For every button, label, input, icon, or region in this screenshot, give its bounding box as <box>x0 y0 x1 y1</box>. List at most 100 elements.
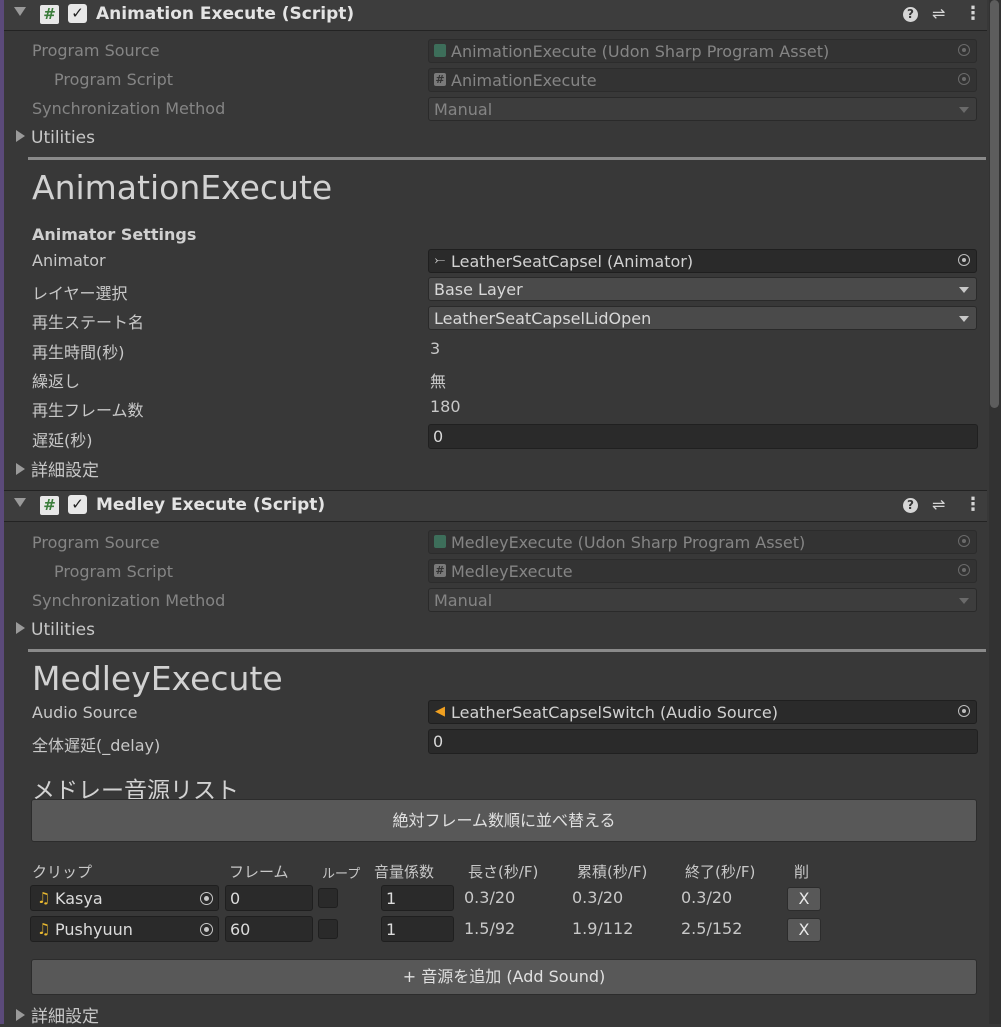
col-header-clip: クリップ <box>32 863 93 881</box>
sync-method-dropdown[interactable]: Manual <box>428 97 977 121</box>
layer-value: Base Layer <box>434 280 523 299</box>
loop-value: 無 <box>430 372 447 391</box>
object-picker-icon[interactable] <box>958 564 970 576</box>
utilities-foldout[interactable]: Utilities <box>16 620 95 640</box>
col-header-delete: 削 <box>794 863 810 881</box>
object-picker-icon[interactable] <box>958 44 970 56</box>
state-value: LeatherSeatCapselLidOpen <box>434 309 652 328</box>
animator-field[interactable]: ⤚ LeatherSeatCapsel (Animator) <box>428 249 977 273</box>
program-script-value: MedleyExecute <box>451 562 573 581</box>
sort-button[interactable]: 絶対フレーム数順に並べ替える <box>31 799 977 842</box>
cumulative-cell: 0.3/20 <box>572 888 624 907</box>
object-picker-icon[interactable] <box>958 705 970 717</box>
utilities-foldout[interactable]: Utilities <box>16 128 95 148</box>
audio-source-field[interactable]: ◀ LeatherSeatCapselSwitch (Audio Source) <box>428 700 977 724</box>
fold-arrow-icon[interactable] <box>14 7 26 16</box>
script-hash-icon: # <box>40 5 59 24</box>
delay-value: 0 <box>433 427 444 446</box>
program-source-value: MedleyExecute (Udon Sharp Program Asset) <box>451 533 806 552</box>
delay-label: 遅延(秒) <box>32 431 93 450</box>
fold-arrow-icon[interactable] <box>14 498 26 507</box>
details-foldout-medley[interactable]: 詳細設定 <box>16 1002 99 1027</box>
layer-dropdown[interactable]: Base Layer <box>428 277 977 301</box>
frame-input[interactable]: 0 <box>225 885 313 911</box>
foldout-arrow-icon <box>16 130 25 142</box>
col-header-end: 終了(秒/F) <box>685 863 756 881</box>
sync-method-value: Manual <box>434 591 493 610</box>
component-header-animation[interactable]: # ✓ Animation Execute (Script) ? ⇌ ⋮ <box>4 0 987 31</box>
audio-source-label: Audio Source <box>32 703 138 722</box>
help-icon[interactable]: ? <box>903 498 918 513</box>
volume-input[interactable]: 1 <box>381 885 454 911</box>
component-title: Medley Execute (Script) <box>96 495 326 515</box>
object-picker-icon[interactable] <box>958 254 970 266</box>
delay-input[interactable]: 0 <box>428 424 978 449</box>
help-icon[interactable]: ? <box>903 7 918 22</box>
global-delay-input[interactable]: 0 <box>428 729 978 754</box>
clip-field[interactable]: ♫ Pushyuun <box>30 916 219 942</box>
loop-checkbox[interactable] <box>318 919 338 939</box>
object-picker-icon[interactable] <box>200 923 213 936</box>
enable-checkbox[interactable]: ✓ <box>68 495 87 514</box>
program-script-label: Program Script <box>54 562 173 581</box>
details-label: 詳細設定 <box>31 1007 99 1027</box>
object-picker-icon[interactable] <box>200 892 213 905</box>
script-hash-icon: # <box>434 564 446 577</box>
frames-label: 再生フレーム数 <box>32 401 144 420</box>
animation-heading: AnimationExecute <box>32 168 333 207</box>
delete-button[interactable]: X <box>787 918 821 942</box>
clip-name: Pushyuun <box>55 920 133 939</box>
animator-label: Animator <box>32 251 106 270</box>
loop-checkbox[interactable] <box>318 888 338 908</box>
preset-icon[interactable]: ⇌ <box>932 495 945 514</box>
sync-method-label: Synchronization Method <box>32 591 226 610</box>
foldout-arrow-icon <box>16 622 25 634</box>
cumulative-cell: 1.9/112 <box>572 919 634 938</box>
end-cell: 2.5/152 <box>681 919 743 938</box>
details-label: 詳細設定 <box>31 461 99 481</box>
program-source-label: Program Source <box>32 533 160 552</box>
state-dropdown[interactable]: LeatherSeatCapselLidOpen <box>428 306 977 330</box>
foldout-arrow-icon <box>16 463 25 475</box>
chevron-down-icon <box>959 107 969 113</box>
audio-clip-icon: ♫ <box>37 920 51 938</box>
utilities-label: Utilities <box>31 128 95 148</box>
loop-label: 繰返し <box>32 372 81 391</box>
col-header-frame: フレーム <box>229 863 289 881</box>
sync-method-value: Manual <box>434 100 493 119</box>
add-sound-button[interactable]: + 音源を追加 (Add Sound) <box>31 959 977 995</box>
duration-label: 再生時間(秒) <box>32 343 125 362</box>
kebab-menu-icon[interactable]: ⋮ <box>964 3 982 24</box>
animator-settings-heading: Animator Settings <box>32 225 197 244</box>
program-script-value: AnimationExecute <box>451 71 597 90</box>
details-foldout-animation[interactable]: 詳細設定 <box>16 456 99 481</box>
chevron-down-icon <box>959 316 969 322</box>
volume-input[interactable]: 1 <box>381 916 454 942</box>
duration-value: 3 <box>430 339 441 358</box>
preset-icon[interactable]: ⇌ <box>932 4 945 23</box>
program-source-field[interactable]: MedleyExecute (Udon Sharp Program Asset) <box>428 530 977 554</box>
program-script-field[interactable]: # AnimationExecute <box>428 68 977 92</box>
program-script-field[interactable]: # MedleyExecute <box>428 559 977 583</box>
chevron-down-icon <box>959 598 969 604</box>
sync-method-dropdown[interactable]: Manual <box>428 588 977 612</box>
clip-name: Kasya <box>55 889 103 908</box>
object-picker-icon[interactable] <box>958 73 970 85</box>
enable-checkbox[interactable]: ✓ <box>68 4 87 23</box>
program-source-field[interactable]: AnimationExecute (Udon Sharp Program Ass… <box>428 39 977 63</box>
kebab-menu-icon[interactable]: ⋮ <box>964 494 982 515</box>
scrollbar-thumb[interactable] <box>990 0 999 408</box>
clip-field[interactable]: ♫ Kasya <box>30 885 219 911</box>
object-picker-icon[interactable] <box>958 535 970 547</box>
col-header-length: 長さ(秒/F) <box>468 863 539 881</box>
frame-input[interactable]: 60 <box>225 916 313 942</box>
length-cell: 0.3/20 <box>464 888 516 907</box>
header-divider <box>28 157 986 160</box>
chevron-down-icon <box>959 287 969 293</box>
length-cell: 1.5/92 <box>464 919 516 938</box>
script-hash-icon: # <box>434 73 446 86</box>
delete-button[interactable]: X <box>787 887 821 911</box>
col-header-cumulative: 累積(秒/F) <box>577 863 648 881</box>
global-delay-value: 0 <box>433 732 444 751</box>
component-header-medley[interactable]: # ✓ Medley Execute (Script) ? ⇌ ⋮ <box>4 491 987 522</box>
